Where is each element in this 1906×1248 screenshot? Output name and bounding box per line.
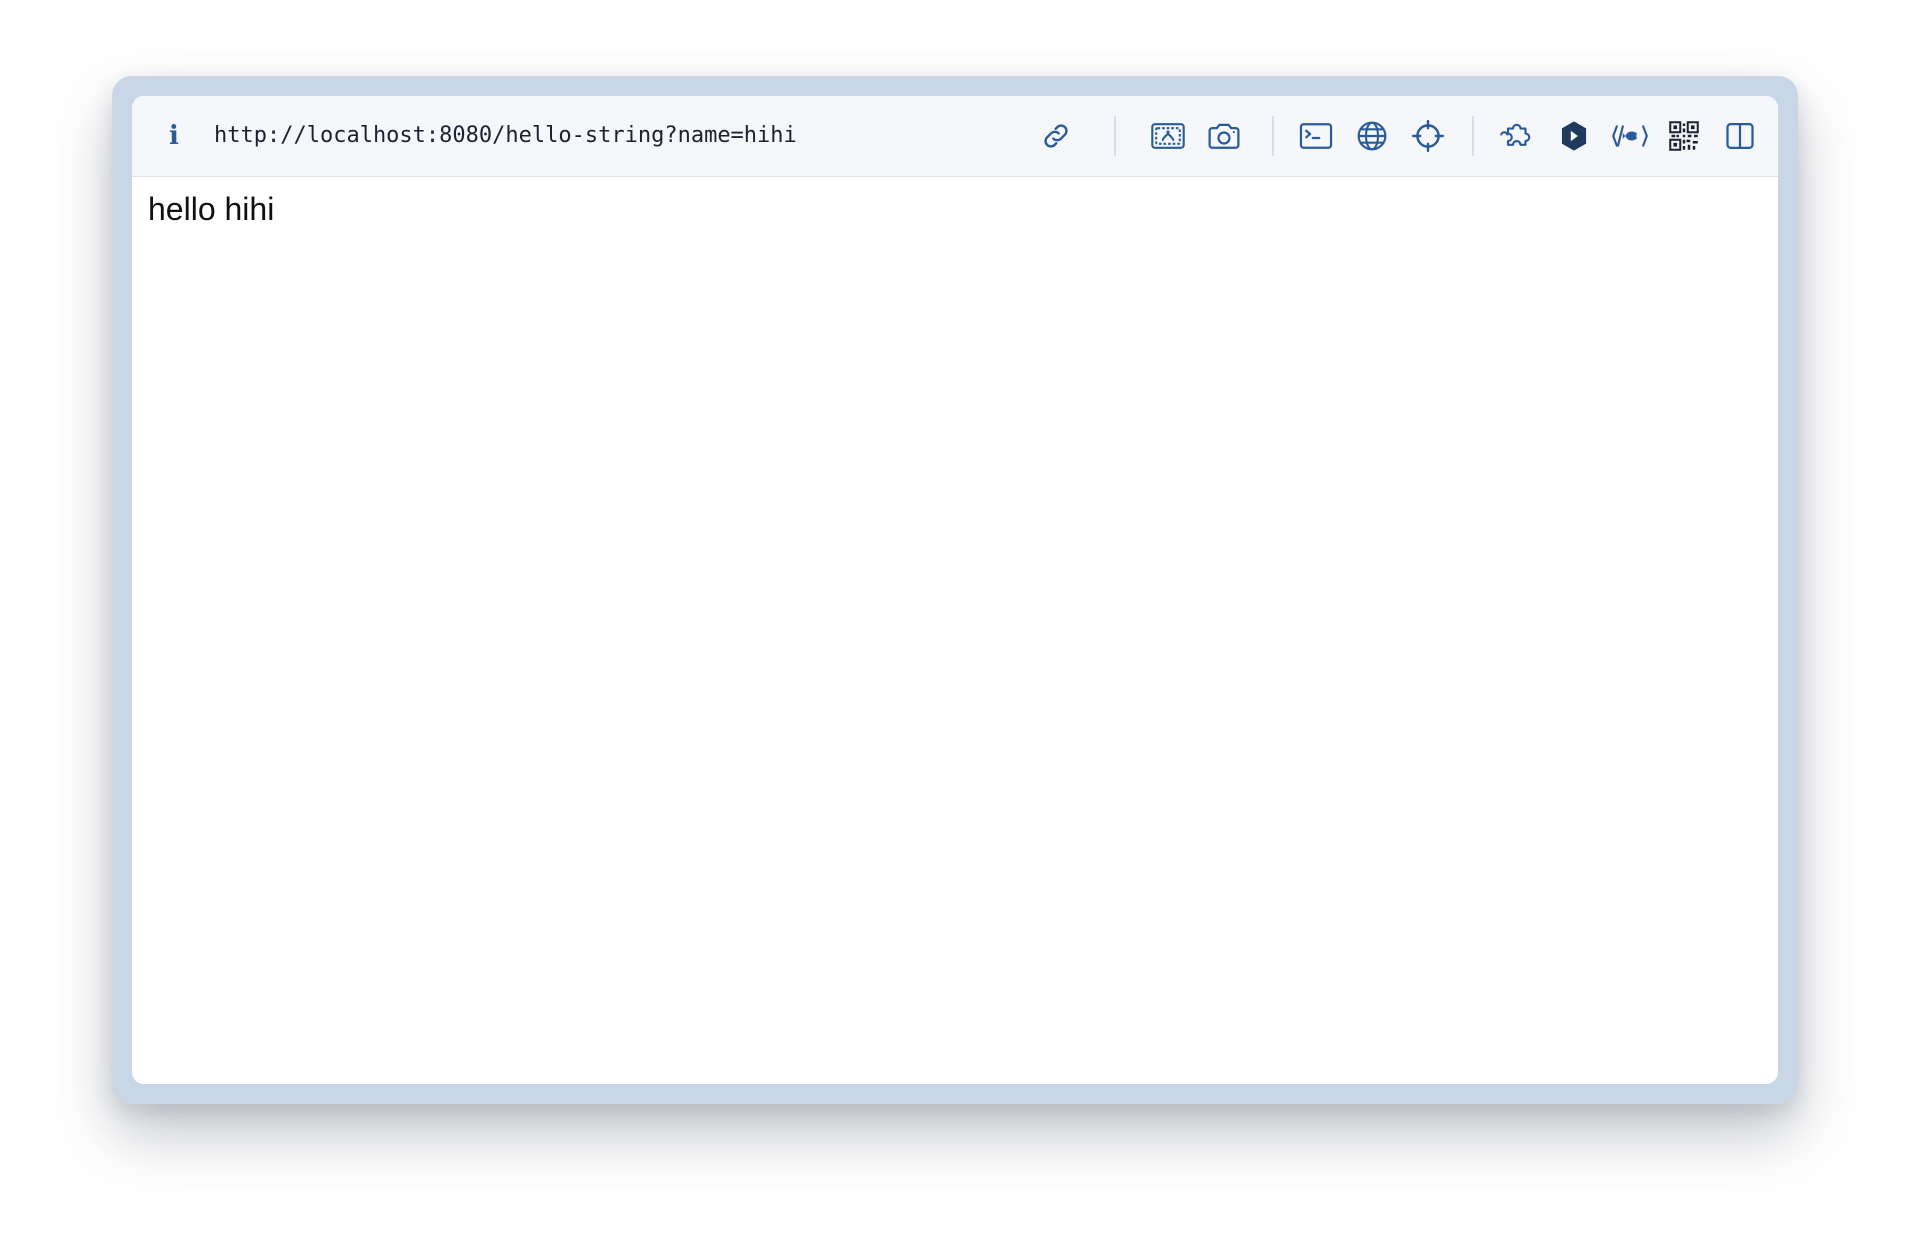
browser-window: i http://localhost:8080/hello-string?nam… xyxy=(132,96,1778,1084)
toolbar-divider xyxy=(1272,116,1274,156)
split-panel-icon[interactable] xyxy=(1720,116,1760,156)
image-capture-icon[interactable] xyxy=(1148,116,1188,156)
browser-window-frame: i http://localhost:8080/hello-string?nam… xyxy=(112,76,1798,1104)
globe-icon[interactable] xyxy=(1352,116,1392,156)
camera-icon[interactable] xyxy=(1204,116,1244,156)
link-icon[interactable] xyxy=(1036,116,1076,156)
terminal-icon[interactable] xyxy=(1296,116,1336,156)
toolbar-divider xyxy=(1114,116,1116,156)
info-icon[interactable]: i xyxy=(162,120,186,152)
extension-puzzle-icon[interactable] xyxy=(1498,116,1538,156)
qr-code-icon[interactable] xyxy=(1664,116,1704,156)
hexagon-play-icon[interactable] xyxy=(1554,116,1594,156)
crosshair-icon[interactable] xyxy=(1408,116,1448,156)
page-body-text: hello hihi xyxy=(148,191,275,227)
toolbar-divider xyxy=(1472,116,1474,156)
page-content: hello hihi xyxy=(132,177,1778,1084)
browser-toolbar: i http://localhost:8080/hello-string?nam… xyxy=(132,96,1778,177)
url-field[interactable]: http://localhost:8080/hello-string?name=… xyxy=(214,116,1014,156)
code-fish-icon[interactable] xyxy=(1610,116,1650,156)
